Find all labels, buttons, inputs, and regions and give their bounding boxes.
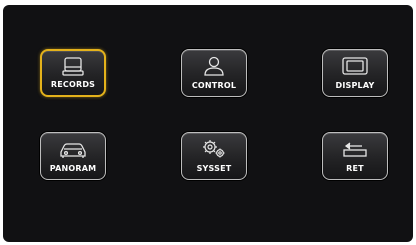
sysset-button[interactable]: SYSSET <box>181 132 247 180</box>
hard-drive-icon <box>58 56 88 78</box>
control-button[interactable]: CONTROL <box>181 49 247 97</box>
panoram-label: PANORAM <box>49 164 97 173</box>
user-icon <box>199 55 229 77</box>
control-label: CONTROL <box>191 81 237 90</box>
car-icon <box>58 138 88 160</box>
return-arrow-icon <box>340 138 370 160</box>
monitor-icon <box>340 55 370 77</box>
sysset-label: SYSSET <box>196 164 232 173</box>
display-label: DISPLAY <box>335 81 375 90</box>
records-label: RECORDS <box>50 80 96 89</box>
display-button[interactable]: DISPLAY <box>322 49 388 97</box>
panoram-button[interactable]: PANORAM <box>40 132 106 180</box>
return-button[interactable]: RET <box>322 132 388 180</box>
return-label: RET <box>346 164 364 173</box>
main-menu-screen: RECORDS CONTROL DISPLAY PANORAM SYSSET R… <box>3 5 413 242</box>
gears-icon <box>199 138 229 160</box>
records-button[interactable]: RECORDS <box>40 49 106 97</box>
